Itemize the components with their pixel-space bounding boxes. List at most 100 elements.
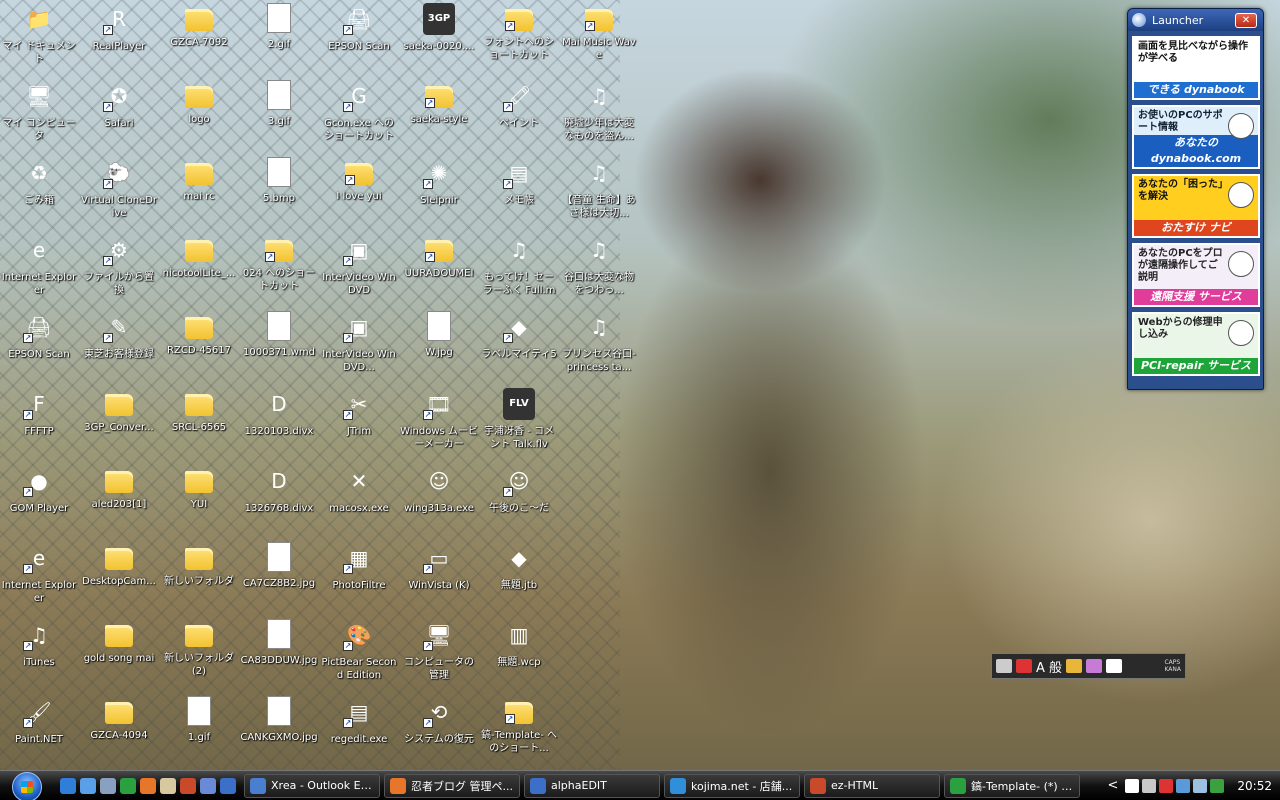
desktop-icon[interactable]: ◆ 無題.jtb [480, 542, 558, 618]
desktop-icon[interactable]: YUI [160, 465, 238, 541]
taskbar-button[interactable]: ez-HTML [804, 773, 940, 798]
desktop-icon[interactable]: ▤ ↗ regedit.exe [320, 696, 398, 772]
desktop-icon[interactable]: SRCL-6565 [160, 388, 238, 464]
network-tray-icon[interactable] [1142, 778, 1157, 793]
desktop-icon[interactable]: D 1326768.divx [240, 465, 318, 541]
desktop-icon[interactable]: F ↗ FFFTP [0, 388, 78, 464]
desktop-icon[interactable]: ♫ もってけ！セーラーふく Full.mp3 [480, 234, 558, 310]
desktop-icon[interactable]: ↗ I love yui [320, 157, 398, 233]
desktop-icon[interactable]: 3GP saeka-0020.... [400, 3, 478, 79]
desktop-icon[interactable]: DesktopCam... [80, 542, 158, 618]
desktop-icon[interactable]: 1.gif [160, 696, 238, 772]
taskbar-button[interactable]: Xrea - Outlook Ex... [244, 773, 380, 798]
desktop-icon[interactable]: 🎨 ↗ PictBear Second Edition [320, 619, 398, 695]
folder-quicklaunch-icon[interactable] [160, 777, 176, 794]
explorer-quicklaunch-icon[interactable] [80, 777, 96, 794]
desktop-icon[interactable]: aled203[1] [80, 465, 158, 541]
desktop-icon[interactable]: ☺ wing313a.exe [400, 465, 478, 541]
taskbar-button[interactable]: alphaEDIT [524, 773, 660, 798]
desktop-icon[interactable]: 🎞 ↗ Windows ムービーメーカー [400, 388, 478, 464]
desktop-icon[interactable]: ♫ 廃墟少年は大変なものを盗ん... [560, 80, 638, 156]
banner-remote-support[interactable]: あなたのPCをプロが遠隔操作してご説明 遠隔支援 サービス [1132, 243, 1260, 307]
desktop-icon[interactable]: CA7CZ8B2.jpg [240, 542, 318, 618]
desktop-icon[interactable]: ● ↗ GOM Player [0, 465, 78, 541]
language-bar[interactable]: A 般 CAPS KANA [991, 653, 1186, 679]
desktop-icon[interactable]: ♫ ↗ iTunes [0, 619, 78, 695]
outlook-quicklaunch-icon[interactable] [100, 777, 116, 794]
desktop-icon[interactable]: ✪ ↗ Safari [80, 80, 158, 156]
desktop-icon[interactable]: GZCA-4094 [80, 696, 158, 772]
desktop-icon[interactable]: GZCA-7092 [160, 3, 238, 79]
desktop-icon[interactable]: mai rc [160, 157, 238, 233]
launcher-close-button[interactable]: ✕ [1235, 13, 1257, 28]
desktop-icon[interactable]: ✕ macosx.exe [320, 465, 398, 541]
desktop-icon[interactable]: 🖥 ↗ コンピュータの管理 [400, 619, 478, 695]
desktop-icon[interactable]: 3GP_Conver... [80, 388, 158, 464]
desktop-icon[interactable]: ⚙ ↗ ファイルから置換 [80, 234, 158, 310]
desktop-icon[interactable]: D 1320103.divx [240, 388, 318, 464]
editor-quicklaunch-icon[interactable] [200, 777, 216, 794]
desktop-icon[interactable]: ↗ UURADOUMEI [400, 234, 478, 310]
desktop-icon[interactable]: 🖨 ↗ EPSON Scan [320, 3, 398, 79]
ezhtml-quicklaunch-icon[interactable] [180, 777, 196, 794]
desktop-icon[interactable]: ▣ ↗ InterVideo WinDVD... [320, 311, 398, 387]
taskbar-button[interactable]: 忍者ブログ 管理ペ... [384, 773, 520, 798]
update-tray-icon[interactable] [1210, 778, 1225, 793]
desktop-icon[interactable]: ♫ 【音童 生命】あさ様は大切... [560, 157, 638, 233]
desktop-icon[interactable]: logo [160, 80, 238, 156]
desktop-icon[interactable]: gold song mai [80, 619, 158, 695]
ffftp-quicklaunch-icon[interactable] [120, 777, 136, 794]
desktop-icon[interactable]: 新しいフォルダ [160, 542, 238, 618]
security-tray-icon[interactable] [1125, 778, 1140, 793]
desktop-icon[interactable]: ↗ 鎬-Template- へのショート... [480, 696, 558, 772]
taskbar-button[interactable]: kojima.net - 店舗... [664, 773, 800, 798]
clock[interactable]: 20:52 [1237, 779, 1272, 793]
firefox-quicklaunch-icon[interactable] [140, 777, 156, 794]
tray-expand-chevron-icon[interactable]: < [1108, 778, 1119, 793]
desktop-icon[interactable]: ♫ プリンセス谷口-princess ta... [560, 311, 638, 387]
ime-icon[interactable] [1016, 659, 1032, 673]
desktop-icon[interactable]: 🖥 マイ コンピュータ [0, 80, 78, 156]
banner-pci-repair[interactable]: Webからの修理申し込み PCI-repair サービス [1132, 312, 1260, 376]
banner-support-info[interactable]: お使いのPCのサポート情報 あなたの dynabook.com [1132, 105, 1260, 169]
dictionary-icon[interactable] [1086, 659, 1103, 673]
desktop-icon[interactable]: ✂ ↗ JTrim [320, 388, 398, 464]
keyboard-icon[interactable] [996, 659, 1012, 673]
desktop-icon[interactable]: ▤ ↗ メモ帳 [480, 157, 558, 233]
safari-quicklaunch-icon[interactable] [220, 777, 236, 794]
start-button[interactable] [6, 771, 50, 800]
desktop-icon[interactable]: CA83DDUW.jpg [240, 619, 318, 695]
desktop-icon[interactable]: 新しいフォルダ (2) [160, 619, 238, 695]
desktop-icon[interactable]: 📁 マイ ドキュメント [0, 3, 78, 79]
desktop-icon[interactable]: ↗ 024 へのショートカット [240, 234, 318, 310]
desktop-icon[interactable]: ✎ ↗ 東芝お客様登録 [80, 311, 158, 387]
desktop-icon[interactable]: CANKGXMO.jpg [240, 696, 318, 772]
banner-otasuke-navi[interactable]: あなたの「困った」を解決 おたすけ ナビ [1132, 174, 1260, 238]
desktop-icon[interactable]: ☺ ↗ 午後のこ～だ [480, 465, 558, 541]
desktop-icon[interactable]: 1000371.wmd [240, 311, 318, 387]
desktop-icon[interactable]: ✺ ↗ Sleipnir [400, 157, 478, 233]
desktop-icon[interactable]: W.jpg [400, 311, 478, 387]
desktop-icon[interactable]: ♻ ごみ箱 [0, 157, 78, 233]
desktop-icon[interactable]: 5.bmp [240, 157, 318, 233]
antivirus-tray-icon[interactable] [1159, 778, 1174, 793]
pad-icon[interactable] [1066, 659, 1083, 673]
launcher-window[interactable]: Launcher ✕ 画面を見比べながら操作が学べる できる dynabook … [1127, 8, 1264, 390]
desktop-icon[interactable]: 🖨 ↗ EPSON Scan [0, 311, 78, 387]
desktop-icon[interactable]: 🖍 ↗ ペイント [480, 80, 558, 156]
help-icon[interactable] [1106, 659, 1123, 673]
input-mode[interactable]: A 般 [1036, 657, 1062, 676]
volume-tray-icon[interactable] [1176, 778, 1191, 793]
desktop-icon[interactable]: FLV 宇浦冴香 - コメント Talk.flv [480, 388, 558, 464]
desktop-icon[interactable]: RZCD-45617 [160, 311, 238, 387]
desktop-icon[interactable]: nicotoolLite_... [160, 234, 238, 310]
desktop-icon[interactable]: R ↗ RealPlayer [80, 3, 158, 79]
desktop-icon[interactable]: ↗ フォントへのショートカット [480, 3, 558, 79]
desktop-icon[interactable]: ▥ 無題.wcp [480, 619, 558, 695]
desktop-icon[interactable]: 🖌 ↗ Paint.NET [0, 696, 78, 772]
desktop-icon[interactable]: G ↗ Gcon.exe へのショートカット [320, 80, 398, 156]
desktop-icon[interactable]: ▭ ↗ WinVista (K) [400, 542, 478, 618]
desktop-icon[interactable]: 🐑 ↗ Virtual CloneDrive [80, 157, 158, 233]
desktop-icon[interactable]: e ↗ Internet Explorer [0, 542, 78, 618]
desktop-icon[interactable]: ▦ ↗ PhotoFiltre [320, 542, 398, 618]
